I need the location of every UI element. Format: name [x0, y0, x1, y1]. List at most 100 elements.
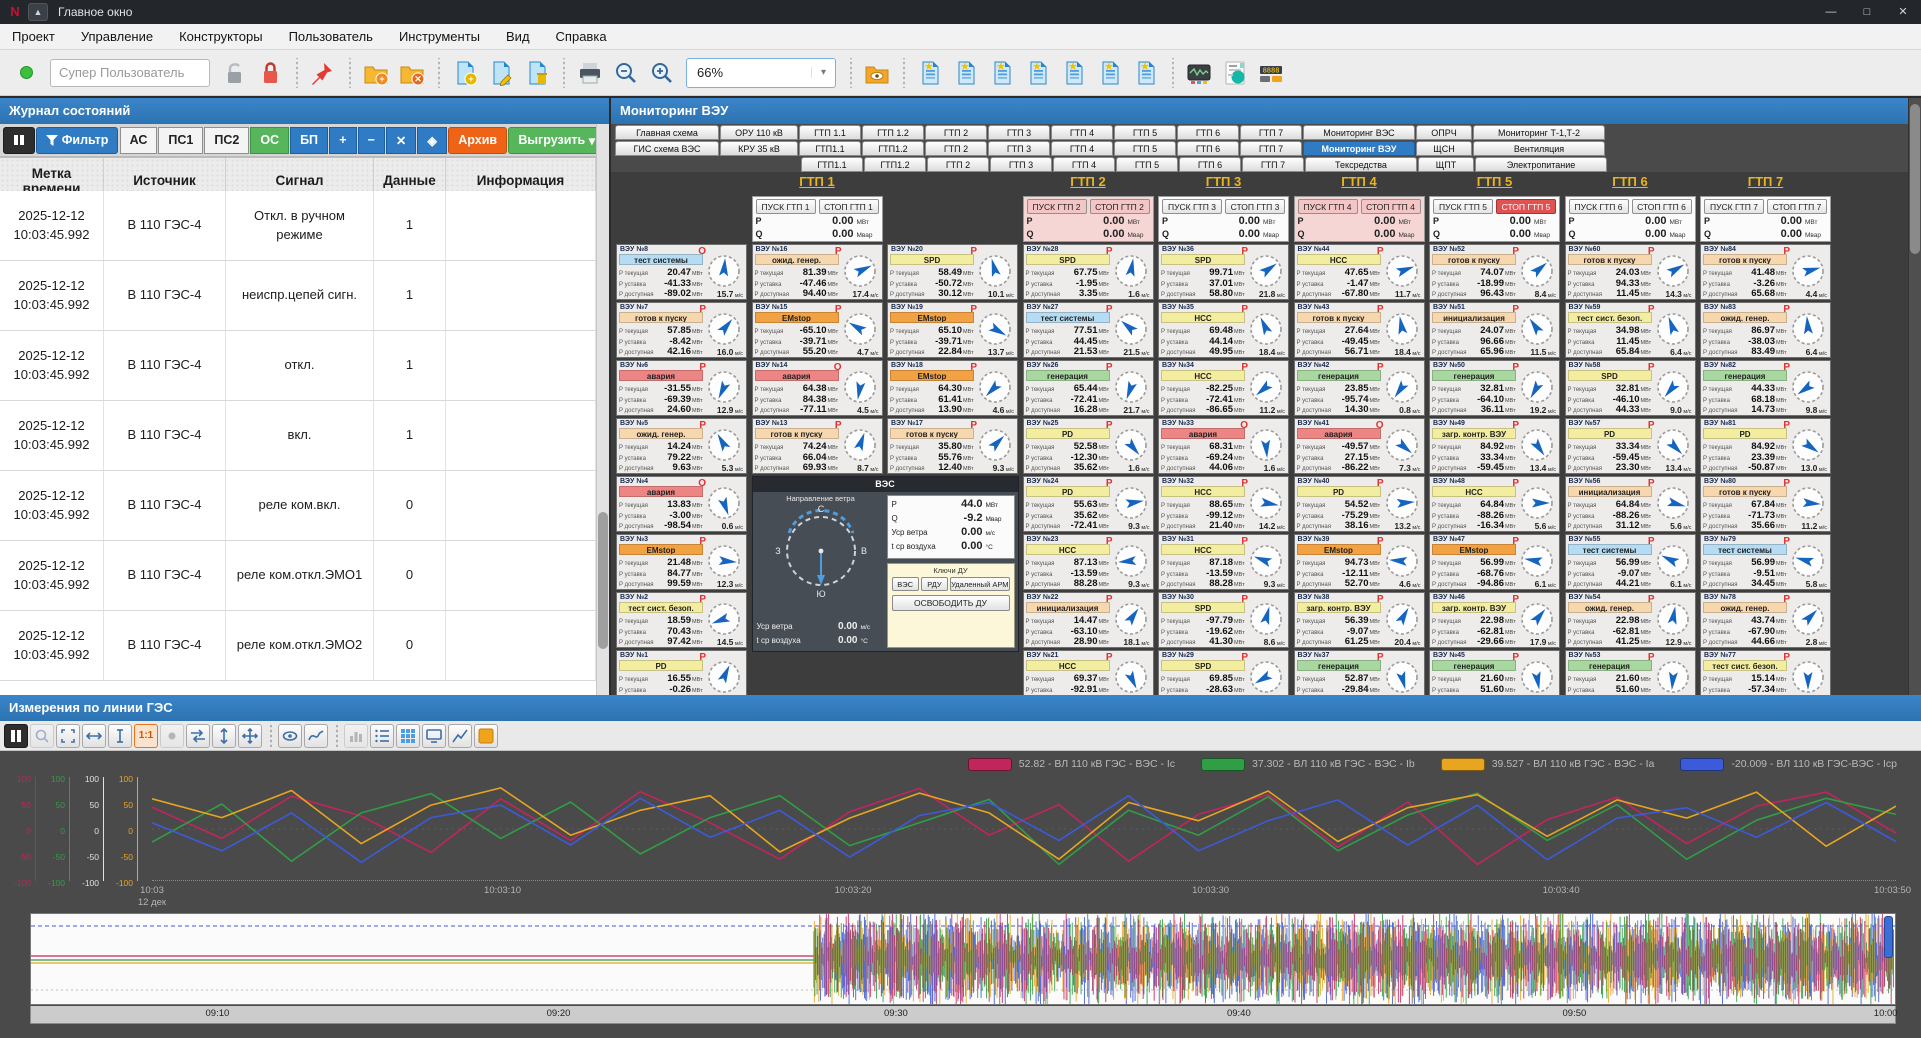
- turbine-cell[interactable]: ВЭУ №43готов к пускуР текущая27.64МВтР у…: [1294, 302, 1425, 358]
- report-icon[interactable]: [1219, 57, 1251, 89]
- turbine-cell[interactable]: ВЭУ №51инициализацияР текущая24.07МВтР у…: [1429, 302, 1560, 358]
- turbine-cell[interactable]: ВЭУ №33аварияР текущая68.31МВтР уставка-…: [1158, 418, 1289, 474]
- turbine-cell[interactable]: ВЭУ №49загр. контр. ВЭУР текущая84.92МВт…: [1429, 418, 1560, 474]
- close-button[interactable]: ✕: [1885, 0, 1921, 24]
- turbine-cell[interactable]: ВЭУ №77тест сист. безоп.Р текущая15.14МВ…: [1700, 650, 1831, 695]
- turbine-cell[interactable]: ВЭУ №84готов к пускуР текущая41.48МВтР у…: [1700, 244, 1831, 300]
- minimize-button[interactable]: —: [1813, 0, 1849, 24]
- start-button-ГТП 1[interactable]: ПУСК ГТП 1: [756, 199, 816, 214]
- tab-ГТП 4[interactable]: ГТП 4: [1051, 141, 1113, 156]
- tab-ГТП 6[interactable]: ГТП 6: [1179, 157, 1241, 172]
- curve-button[interactable]: [304, 724, 328, 748]
- turbine-cell[interactable]: ВЭУ №37генерацияР текущая52.87МВтР устав…: [1294, 650, 1425, 695]
- doc-star-form-icon[interactable]: ★: [1058, 57, 1090, 89]
- tab-ГИС схема ВЭС[interactable]: ГИС схема ВЭС: [615, 141, 719, 156]
- tab-Вентиляция[interactable]: Вентиляция: [1473, 141, 1605, 156]
- stop-button-ГТП 3[interactable]: СТОП ГТП 3: [1225, 199, 1285, 214]
- table-row[interactable]: 2025-12-12 10:03:45.992В 110 ГЭС-4реле к…: [0, 471, 596, 541]
- doc-edit-icon[interactable]: [485, 57, 517, 89]
- menu-item-3[interactable]: Конструкторы: [179, 29, 262, 44]
- turbine-cell[interactable]: ВЭУ №30SPDР текущая-97.79МВтР уставка-19…: [1158, 592, 1289, 648]
- fit-button[interactable]: [56, 724, 80, 748]
- lock-closed-icon[interactable]: [254, 57, 286, 89]
- turbine-cell[interactable]: ВЭУ №35НССР текущая69.48МВтР уставка44.1…: [1158, 302, 1289, 358]
- tab-Мониторинг Т-1,Т-2[interactable]: Мониторинг Т-1,Т-2: [1473, 125, 1605, 140]
- turbine-cell[interactable]: ВЭУ №59тест сист. безоп.Р текущая34.98МВ…: [1565, 302, 1696, 358]
- turbine-cell[interactable]: ВЭУ №41аварияР текущая-49.57МВтР уставка…: [1294, 418, 1425, 474]
- du-release-button[interactable]: ОСВОБОДИТЬ ДУ: [892, 595, 1010, 611]
- pause-log-button[interactable]: [3, 127, 35, 154]
- turbine-cell[interactable]: ВЭУ №22инициализацияР текущая14.47МВтР у…: [1023, 592, 1154, 648]
- start-button-ГТП 3[interactable]: ПУСК ГТП 3: [1162, 199, 1222, 214]
- navigator-handle[interactable]: [1884, 916, 1893, 958]
- scope-icon[interactable]: [1183, 57, 1215, 89]
- tab-ГТП 3[interactable]: ГТП 3: [988, 125, 1050, 140]
- pin-icon[interactable]: [307, 57, 339, 89]
- turbine-cell[interactable]: ВЭУ №48НССР текущая64.84МВтР уставка-88.…: [1429, 476, 1560, 532]
- log-filter-toggle-АС[interactable]: АС: [120, 127, 158, 154]
- tab-Тексредства[interactable]: Тексредства: [1305, 157, 1417, 172]
- archive-button[interactable]: Архив: [448, 127, 507, 154]
- turbine-cell[interactable]: ВЭУ №80готов к пускуР текущая67.84МВтР у…: [1700, 476, 1831, 532]
- tab-ГТП 3[interactable]: ГТП 3: [990, 157, 1052, 172]
- tab-Мониторинг ВЭУ[interactable]: Мониторинг ВЭУ: [1303, 141, 1415, 156]
- turbine-cell[interactable]: ВЭУ №23НССР текущая87.13МВтР уставка-13.…: [1023, 534, 1154, 590]
- log-filter-toggle-БП[interactable]: БП: [290, 127, 328, 154]
- tab-Главная схема[interactable]: Главная схема: [615, 125, 719, 140]
- turbine-cell[interactable]: ВЭУ №50генерацияР текущая32.81МВтР устав…: [1429, 360, 1560, 416]
- export-button[interactable]: Выгрузить ▾: [508, 127, 605, 154]
- maximize-button[interactable]: □: [1849, 0, 1885, 24]
- legend-entry[interactable]: 37.302 - ВЛ 110 кВ ГЭС - ВЭС - Ib: [1201, 758, 1415, 771]
- turbine-cell[interactable]: ВЭУ №57PDР текущая33.34МВтР уставка-59.4…: [1565, 418, 1696, 474]
- stop-button-ГТП 2[interactable]: СТОП ГТП 2: [1090, 199, 1150, 214]
- screen-button[interactable]: [422, 724, 446, 748]
- turbine-cell[interactable]: ВЭУ №44НССР текущая47.65МВтР уставка-1.4…: [1294, 244, 1425, 300]
- turbine-cell[interactable]: ВЭУ №28SPDР текущая67.75МВтР уставка-1.9…: [1023, 244, 1154, 300]
- table-row[interactable]: 2025-12-12 10:03:45.992В 110 ГЭС-4Откл. …: [0, 191, 596, 261]
- tab-ГТП 1.2[interactable]: ГТП 1.2: [862, 125, 924, 140]
- turbine-cell[interactable]: ВЭУ №20SPDР текущая58.49МВтР уставка-50.…: [887, 244, 1018, 300]
- folder-view-icon[interactable]: [861, 57, 893, 89]
- doc-star-table-icon[interactable]: ★: [1022, 57, 1054, 89]
- turbine-cell[interactable]: ВЭУ №78ожид. генер.Р текущая43.74МВтР ус…: [1700, 592, 1831, 648]
- table-row[interactable]: 2025-12-12 10:03:45.992В 110 ГЭС-4вкл.1: [0, 401, 596, 471]
- tab-Электропитание[interactable]: Электропитание: [1475, 157, 1607, 172]
- folder-add-icon[interactable]: +: [360, 57, 392, 89]
- log-action-mark-button[interactable]: ◈: [417, 127, 447, 154]
- turbine-cell[interactable]: ВЭУ №83ожид. генер.Р текущая86.97МВтР ус…: [1700, 302, 1831, 358]
- turbine-cell[interactable]: ВЭУ №1PDР текущая16.55МВтР уставка-0.26М…: [616, 650, 747, 695]
- turbine-cell[interactable]: ВЭУ №34НССР текущая-82.25МВтР уставка-72…: [1158, 360, 1289, 416]
- turbine-cell[interactable]: ВЭУ №42генерацияР текущая23.85МВтР устав…: [1294, 360, 1425, 416]
- du-key-button-ВЭС[interactable]: ВЭС: [892, 577, 919, 591]
- legend-entry[interactable]: 52.82 - ВЛ 110 кВ ГЭС - ВЭС - Ic: [968, 758, 1175, 771]
- log-filter-toggle-ПС2[interactable]: ПС2: [204, 127, 249, 154]
- tab-ГТП 2[interactable]: ГТП 2: [925, 125, 987, 140]
- turbine-cell[interactable]: ВЭУ №56инициализацияР текущая64.84МВтР у…: [1565, 476, 1696, 532]
- turbine-cell[interactable]: ВЭУ №32НССР текущая88.65МВтР уставка-99.…: [1158, 476, 1289, 532]
- turbine-cell[interactable]: ВЭУ №24PDР текущая55.63МВтР уставка35.62…: [1023, 476, 1154, 532]
- folder-remove-icon[interactable]: ✕: [396, 57, 428, 89]
- tab-ГТП 5[interactable]: ГТП 5: [1114, 125, 1176, 140]
- menu-item-6[interactable]: Вид: [506, 29, 530, 44]
- turbine-cell[interactable]: ВЭУ №60готов к пускуР текущая24.03МВтР у…: [1565, 244, 1696, 300]
- turbine-cell[interactable]: ВЭУ №25PDР текущая52.58МВтР уставка-12.3…: [1023, 418, 1154, 474]
- zoom-out-icon[interactable]: [610, 57, 642, 89]
- harrows-button[interactable]: [186, 724, 210, 748]
- turbine-cell[interactable]: ВЭУ №18EMstopР текущая64.30МВтР уставка6…: [887, 360, 1018, 416]
- turbine-cell[interactable]: ВЭУ №81PDР текущая84.92МВтР уставка23.39…: [1700, 418, 1831, 474]
- restore-icon[interactable]: ▲: [28, 3, 48, 21]
- tab-ОРУ 110 кВ[interactable]: ОРУ 110 кВ: [720, 125, 798, 140]
- log-action-add-button[interactable]: +: [329, 127, 356, 154]
- tab-ОПРЧ[interactable]: ОПРЧ: [1416, 125, 1472, 140]
- tab-ГТП 5[interactable]: ГТП 5: [1114, 141, 1176, 156]
- start-button-ГТП 4[interactable]: ПУСК ГТП 4: [1298, 199, 1358, 214]
- doc-star-chart-icon[interactable]: ★: [1130, 57, 1162, 89]
- turbine-cell[interactable]: ВЭУ №19EMstopР текущая65.10МВтР уставка-…: [887, 302, 1018, 358]
- turbine-cell[interactable]: ВЭУ №17готов к пускуР текущая35.80МВтР у…: [887, 418, 1018, 474]
- turbine-cell[interactable]: ВЭУ №5ожид. генер.Р текущая14.24МВтР уст…: [616, 418, 747, 474]
- square-button[interactable]: [474, 724, 498, 748]
- stop-button-ГТП 5[interactable]: СТОП ГТП 5: [1496, 199, 1556, 214]
- hrange-button[interactable]: [82, 724, 106, 748]
- turbine-cell[interactable]: ВЭУ №3EMstopР текущая21.48МВтР уставка84…: [616, 534, 747, 590]
- doc-star-list-icon[interactable]: ★: [950, 57, 982, 89]
